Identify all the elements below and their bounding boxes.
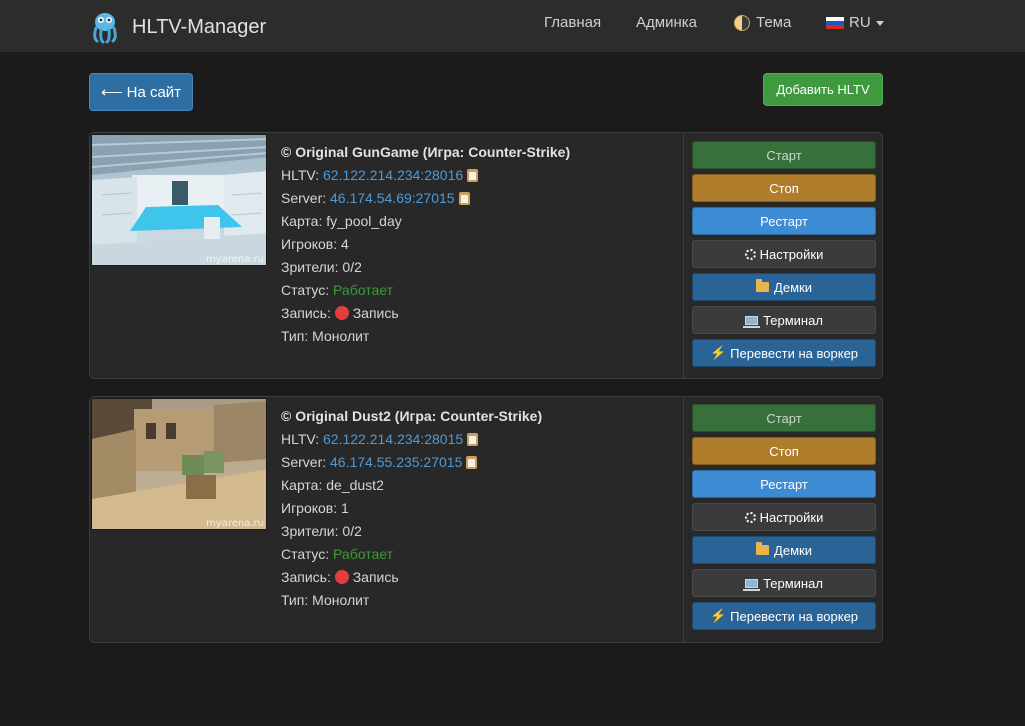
nav-admin-link[interactable]: Админка bbox=[636, 14, 697, 31]
laptop-icon bbox=[743, 315, 761, 328]
move-to-worker-button[interactable]: ⚡ Перевести на воркер bbox=[692, 339, 876, 367]
start-button[interactable]: Старт bbox=[692, 141, 876, 169]
map-value: de_dust2 bbox=[326, 477, 384, 493]
players-row: Игроков: 1 bbox=[281, 500, 349, 516]
server-actions: Старт Стоп Рестарт Настройки Демки Терми… bbox=[683, 133, 883, 378]
russia-flag-icon bbox=[826, 16, 844, 29]
type-value: Монолит bbox=[312, 592, 370, 608]
players-value: 1 bbox=[341, 500, 349, 516]
players-row: Игроков: 4 bbox=[281, 236, 349, 252]
move-to-worker-button[interactable]: ⚡ Перевести на воркер bbox=[692, 602, 876, 630]
terminal-button[interactable]: Терминал bbox=[692, 569, 876, 597]
map-row: Карта: fy_pool_day bbox=[281, 213, 402, 229]
record-row: Запись: Запись bbox=[281, 569, 399, 585]
record-value: Запись bbox=[352, 569, 399, 585]
language-dropdown[interactable]: RU bbox=[826, 14, 884, 31]
status-value: Работает bbox=[333, 282, 393, 298]
laptop-icon bbox=[743, 578, 761, 591]
map-row: Карта: de_dust2 bbox=[281, 477, 384, 493]
pool-map-image: myarena.ru bbox=[92, 135, 266, 265]
status-row: Статус: Работает bbox=[281, 282, 393, 298]
gear-icon bbox=[744, 511, 756, 523]
thumbnail-watermark: myarena.ru bbox=[206, 518, 264, 529]
clipboard-icon[interactable] bbox=[466, 456, 478, 469]
hltv-address-row: HLTV: 62.122.214.234:28015 bbox=[281, 430, 681, 453]
server-title: © Original Dust2 (Игра: Counter-Strike) bbox=[281, 408, 543, 424]
record-row: Запись: Запись bbox=[281, 305, 399, 321]
map-value: fy_pool_day bbox=[326, 213, 402, 229]
record-dot-icon bbox=[334, 570, 349, 584]
clipboard-icon[interactable] bbox=[458, 192, 470, 205]
demos-button[interactable]: Демки bbox=[692, 536, 876, 564]
type-row: Тип: Монолит bbox=[281, 592, 370, 608]
server-address-row: Server: 46.174.54.69:27015 bbox=[281, 189, 681, 212]
hltv-address-row: HLTV: 62.122.214.234:28016 bbox=[281, 166, 681, 189]
settings-button[interactable]: Настройки bbox=[692, 503, 876, 531]
hltv-address-link[interactable]: 62.122.214.234:28015 bbox=[323, 431, 463, 447]
spectators-row: Зрители: 0/2 bbox=[281, 523, 362, 539]
theme-label: Тема bbox=[756, 14, 792, 31]
terminal-button[interactable]: Терминал bbox=[692, 306, 876, 334]
language-label: RU bbox=[849, 14, 871, 31]
add-hltv-button[interactable]: Добавить HLTV bbox=[763, 73, 883, 106]
gear-icon bbox=[744, 248, 756, 260]
type-row: Тип: Монолит bbox=[281, 328, 370, 344]
nav-home-link[interactable]: Главная bbox=[544, 14, 601, 31]
demos-button[interactable]: Демки bbox=[692, 273, 876, 301]
folder-icon bbox=[756, 279, 770, 292]
stop-button[interactable]: Стоп bbox=[692, 437, 876, 465]
spectators-row: Зрители: 0/2 bbox=[281, 259, 362, 275]
server-info: © Original Dust2 (Игра: Counter-Strike) … bbox=[281, 407, 681, 614]
brand-title: HLTV-Manager bbox=[132, 15, 267, 38]
server-address-link[interactable]: 46.174.55.235:27015 bbox=[330, 454, 462, 470]
server-address-link[interactable]: 46.174.54.69:27015 bbox=[330, 190, 455, 206]
hltv-address-link[interactable]: 62.122.214.234:28016 bbox=[323, 167, 463, 183]
chevron-down-icon bbox=[875, 21, 884, 26]
server-card: myarena.ru © Original Dust2 (Игра: Count… bbox=[89, 396, 883, 643]
status-value: Работает bbox=[333, 546, 393, 562]
restart-button[interactable]: Рестарт bbox=[692, 470, 876, 498]
server-info: © Original GunGame (Игра: Counter-Strike… bbox=[281, 143, 681, 350]
server-card: myarena.ru © Original GunGame (Игра: Cou… bbox=[89, 132, 883, 379]
lightning-icon: ⚡ bbox=[709, 345, 727, 360]
record-dot-icon bbox=[334, 306, 349, 320]
octopus-logo-icon bbox=[93, 13, 117, 44]
status-row: Статус: Работает bbox=[281, 546, 393, 562]
navbar: HLTV-Manager Главная Админка Тема RU bbox=[0, 0, 1025, 52]
lightning-icon: ⚡ bbox=[709, 608, 727, 623]
thumbnail-watermark: myarena.ru bbox=[206, 254, 264, 265]
brand[interactable]: HLTV-Manager bbox=[88, 10, 266, 44]
theme-toggle[interactable]: Тема bbox=[734, 14, 791, 31]
record-value: Запись bbox=[352, 305, 399, 321]
server-actions: Старт Стоп Рестарт Настройки Демки Терми… bbox=[683, 397, 883, 642]
restart-button[interactable]: Рестарт bbox=[692, 207, 876, 235]
spectators-value: 0/2 bbox=[342, 259, 362, 275]
dust2-map-image: myarena.ru bbox=[92, 399, 266, 529]
settings-button[interactable]: Настройки bbox=[692, 240, 876, 268]
players-value: 4 bbox=[341, 236, 349, 252]
folder-icon bbox=[756, 542, 770, 555]
map-thumbnail: myarena.ru bbox=[91, 134, 267, 266]
map-thumbnail: myarena.ru bbox=[91, 398, 267, 530]
back-to-site-button[interactable]: ⟵ На сайт bbox=[89, 73, 193, 111]
server-title: © Original GunGame (Игра: Counter-Strike… bbox=[281, 144, 571, 160]
type-value: Монолит bbox=[312, 328, 370, 344]
stop-button[interactable]: Стоп bbox=[692, 174, 876, 202]
server-address-row: Server: 46.174.55.235:27015 bbox=[281, 453, 681, 476]
moon-icon bbox=[734, 14, 750, 31]
clipboard-icon[interactable] bbox=[467, 433, 479, 446]
clipboard-icon[interactable] bbox=[467, 169, 479, 182]
spectators-value: 0/2 bbox=[342, 523, 362, 539]
start-button[interactable]: Старт bbox=[692, 404, 876, 432]
